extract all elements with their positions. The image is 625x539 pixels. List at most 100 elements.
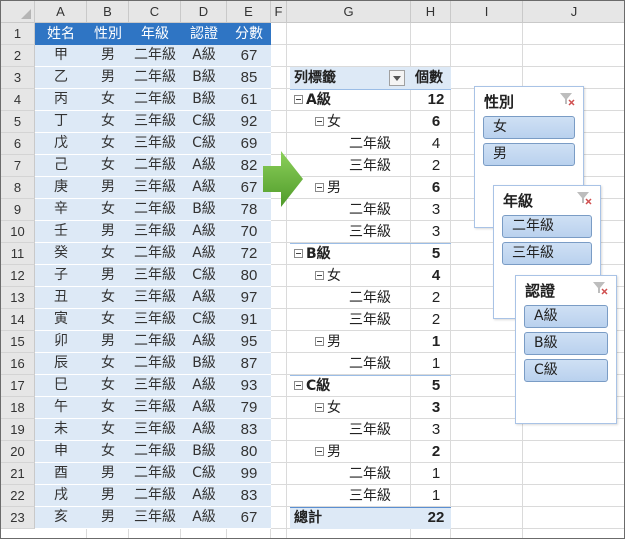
slicer-item[interactable]: 男 <box>483 143 575 166</box>
row-header-6[interactable]: 6 <box>1 133 35 155</box>
table-cell-cert[interactable]: B級 <box>181 89 227 111</box>
pivot-row-label[interactable]: C級 <box>294 375 330 397</box>
table-cell-grade[interactable]: 三年級 <box>129 265 181 287</box>
table-cell-gender[interactable]: 女 <box>87 243 129 265</box>
pivot-row-label[interactable]: 女 <box>315 397 341 419</box>
table-cell-score[interactable]: 87 <box>227 353 271 375</box>
table-cell-cert[interactable]: A級 <box>181 375 227 397</box>
clear-filter-icon[interactable] <box>559 92 575 106</box>
table-header-name[interactable]: 姓名 <box>35 23 87 45</box>
table-cell-grade[interactable]: 三年級 <box>129 287 181 309</box>
table-cell-cert[interactable]: A級 <box>181 397 227 419</box>
table-cell-score[interactable]: 72 <box>227 243 271 265</box>
table-cell-score[interactable]: 95 <box>227 331 271 353</box>
collapse-minus-icon[interactable] <box>294 94 303 104</box>
table-cell-name[interactable]: 巳 <box>35 375 87 397</box>
table-cell-score[interactable]: 67 <box>227 45 271 67</box>
table-cell-cert[interactable]: C級 <box>181 463 227 485</box>
table-cell-score[interactable]: 61 <box>227 89 271 111</box>
pivot-row-label[interactable]: A級 <box>294 89 331 111</box>
slicer-item[interactable]: 女 <box>483 116 575 139</box>
table-cell-gender[interactable]: 女 <box>87 353 129 375</box>
table-cell-cert[interactable]: A級 <box>181 419 227 441</box>
table-cell-grade[interactable]: 三年級 <box>129 221 181 243</box>
column-header-a[interactable]: A <box>35 1 87 23</box>
column-header-b[interactable]: B <box>87 1 129 23</box>
table-cell-grade[interactable]: 三年級 <box>129 507 181 529</box>
table-cell-gender[interactable]: 女 <box>87 375 129 397</box>
table-cell-grade[interactable]: 二年級 <box>129 45 181 67</box>
table-cell-score[interactable]: 79 <box>227 397 271 419</box>
table-cell-name[interactable]: 戊 <box>35 133 87 155</box>
pivot-row-label[interactable]: 男 <box>315 331 341 353</box>
table-cell-cert[interactable]: A級 <box>181 177 227 199</box>
table-cell-gender[interactable]: 女 <box>87 199 129 221</box>
row-header-18[interactable]: 18 <box>1 397 35 419</box>
table-cell-name[interactable]: 戌 <box>35 485 87 507</box>
row-header-14[interactable]: 14 <box>1 309 35 331</box>
row-header-9[interactable]: 9 <box>1 199 35 221</box>
table-cell-score[interactable]: 93 <box>227 375 271 397</box>
slicer-item[interactable]: C級 <box>524 359 608 382</box>
row-header-5[interactable]: 5 <box>1 111 35 133</box>
collapse-minus-icon[interactable] <box>315 446 324 456</box>
table-cell-grade[interactable]: 三年級 <box>129 133 181 155</box>
table-cell-name[interactable]: 丙 <box>35 89 87 111</box>
table-cell-gender[interactable]: 男 <box>87 331 129 353</box>
table-cell-cert[interactable]: B級 <box>181 67 227 89</box>
table-cell-cert[interactable]: A級 <box>181 507 227 529</box>
pivot-row-label[interactable]: 男 <box>315 177 341 199</box>
table-cell-grade[interactable]: 二年級 <box>129 155 181 177</box>
table-header-gender[interactable]: 性別 <box>87 23 129 45</box>
table-cell-name[interactable]: 癸 <box>35 243 87 265</box>
table-header-score[interactable]: 分數 <box>227 23 271 45</box>
table-cell-grade[interactable]: 三年級 <box>129 309 181 331</box>
table-cell-gender[interactable]: 男 <box>87 67 129 89</box>
table-cell-name[interactable]: 子 <box>35 265 87 287</box>
table-cell-grade[interactable]: 三年級 <box>129 111 181 133</box>
table-cell-score[interactable]: 83 <box>227 419 271 441</box>
table-cell-cert[interactable]: B級 <box>181 441 227 463</box>
pivot-row-label[interactable]: B級 <box>294 243 331 265</box>
column-header-g[interactable]: G <box>287 1 411 23</box>
collapse-minus-icon[interactable] <box>294 248 303 258</box>
row-header-12[interactable]: 12 <box>1 265 35 287</box>
table-cell-cert[interactable]: A級 <box>181 155 227 177</box>
table-cell-gender[interactable]: 女 <box>87 309 129 331</box>
slicer-cert[interactable]: 認證 A級 B級 C級 <box>515 275 617 424</box>
row-header-11[interactable]: 11 <box>1 243 35 265</box>
table-cell-grade[interactable]: 三年級 <box>129 397 181 419</box>
table-cell-name[interactable]: 午 <box>35 397 87 419</box>
row-header-4[interactable]: 4 <box>1 89 35 111</box>
table-cell-name[interactable]: 申 <box>35 441 87 463</box>
row-header-1[interactable]: 1 <box>1 23 35 45</box>
row-header-21[interactable]: 21 <box>1 463 35 485</box>
table-cell-name[interactable]: 己 <box>35 155 87 177</box>
table-cell-grade[interactable]: 三年級 <box>129 177 181 199</box>
row-header-19[interactable]: 19 <box>1 419 35 441</box>
table-cell-gender[interactable]: 男 <box>87 265 129 287</box>
collapse-minus-icon[interactable] <box>294 380 303 390</box>
table-cell-name[interactable]: 甲 <box>35 45 87 67</box>
table-cell-grade[interactable]: 二年級 <box>129 353 181 375</box>
pivot-row-label[interactable]: 女 <box>315 265 341 287</box>
table-cell-gender[interactable]: 男 <box>87 177 129 199</box>
row-header-23[interactable]: 23 <box>1 507 35 529</box>
column-header-j[interactable]: J <box>523 1 624 23</box>
table-cell-name[interactable]: 壬 <box>35 221 87 243</box>
table-cell-name[interactable]: 辛 <box>35 199 87 221</box>
table-cell-gender[interactable]: 女 <box>87 155 129 177</box>
table-cell-score[interactable]: 70 <box>227 221 271 243</box>
table-cell-grade[interactable]: 二年級 <box>129 199 181 221</box>
slicer-item[interactable]: 三年級 <box>502 242 592 265</box>
column-header-c[interactable]: C <box>129 1 181 23</box>
column-header-e[interactable]: E <box>227 1 271 23</box>
clear-filter-icon[interactable] <box>576 191 592 205</box>
table-cell-gender[interactable]: 男 <box>87 45 129 67</box>
table-cell-score[interactable]: 83 <box>227 485 271 507</box>
table-cell-cert[interactable]: C級 <box>181 265 227 287</box>
table-cell-gender[interactable]: 女 <box>87 397 129 419</box>
table-cell-name[interactable]: 辰 <box>35 353 87 375</box>
slicer-item[interactable]: B級 <box>524 332 608 355</box>
table-cell-name[interactable]: 丑 <box>35 287 87 309</box>
